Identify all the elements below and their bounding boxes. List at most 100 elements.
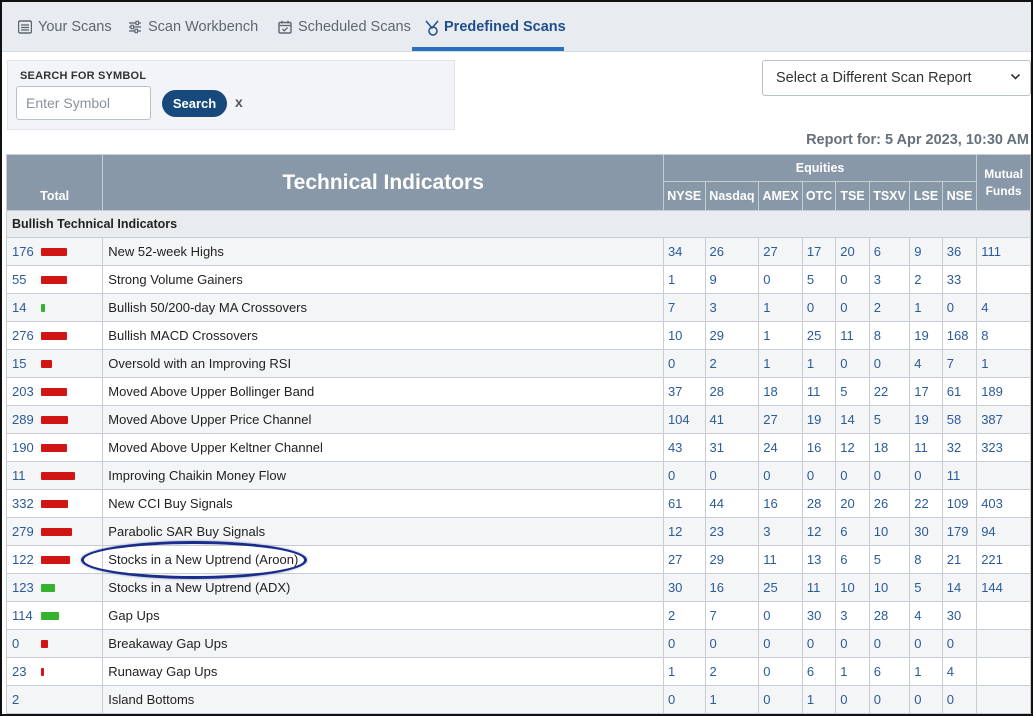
- exchange-count-link[interactable]: 0: [941, 685, 978, 714]
- exchange-count-link[interactable]: 24: [758, 433, 803, 462]
- mutual-fund-count-link[interactable]: 8: [976, 321, 1031, 350]
- exchange-count-link[interactable]: 17: [801, 237, 837, 266]
- exchange-count-link[interactable]: 6: [835, 545, 870, 574]
- mutual-fund-count-link[interactable]: 403: [976, 489, 1031, 518]
- exchange-count-link[interactable]: 6: [868, 237, 911, 266]
- total-count-link[interactable]: 289: [5, 405, 39, 434]
- exchange-header-tsxv[interactable]: TSXV: [868, 181, 911, 211]
- exchange-count-link[interactable]: 0: [941, 293, 978, 322]
- exchange-count-link[interactable]: 1: [909, 293, 943, 322]
- exchange-count-link[interactable]: 1: [909, 657, 943, 686]
- exchange-header-nse[interactable]: NSE: [941, 181, 978, 211]
- exchange-count-link[interactable]: 58: [941, 405, 978, 434]
- exchange-count-link[interactable]: 12: [662, 517, 706, 546]
- exchange-count-link[interactable]: 16: [758, 489, 803, 518]
- exchange-count-link[interactable]: 26: [868, 489, 911, 518]
- exchange-count-link[interactable]: 37: [662, 377, 706, 406]
- exchange-header-tse[interactable]: TSE: [835, 181, 870, 211]
- exchange-count-link[interactable]: 0: [704, 461, 760, 490]
- mutual-fund-count-link[interactable]: 4: [976, 293, 1031, 322]
- exchange-count-link[interactable]: 0: [758, 461, 803, 490]
- total-count-link[interactable]: 11: [5, 461, 39, 490]
- exchange-count-link[interactable]: 11: [758, 545, 803, 574]
- exchange-count-link[interactable]: 5: [909, 573, 943, 602]
- exchange-count-link[interactable]: 36: [941, 237, 978, 266]
- exchange-count-link[interactable]: 18: [868, 433, 911, 462]
- exchange-count-link[interactable]: 11: [801, 377, 837, 406]
- exchange-count-link[interactable]: 0: [835, 461, 870, 490]
- exchange-count-link[interactable]: 19: [909, 405, 943, 434]
- total-count-link[interactable]: 122: [5, 545, 39, 574]
- total-count-link[interactable]: 332: [5, 489, 39, 518]
- exchange-count-link[interactable]: 168: [941, 321, 978, 350]
- exchange-count-link[interactable]: 0: [835, 629, 870, 658]
- exchange-count-link[interactable]: 30: [909, 517, 943, 546]
- exchange-count-link[interactable]: 16: [704, 573, 760, 602]
- tab-scheduled-scans[interactable]: Scheduled Scans: [274, 2, 415, 52]
- exchange-count-link[interactable]: 0: [909, 461, 943, 490]
- exchange-count-link[interactable]: 9: [909, 237, 943, 266]
- exchange-count-link[interactable]: 27: [758, 405, 803, 434]
- exchange-count-link[interactable]: 14: [835, 405, 870, 434]
- tab-your-scans[interactable]: Your Scans: [14, 2, 116, 52]
- exchange-count-link[interactable]: 43: [662, 433, 706, 462]
- exchange-count-link[interactable]: 0: [704, 629, 760, 658]
- exchange-count-link[interactable]: 0: [662, 685, 706, 714]
- exchange-count-link[interactable]: 44: [704, 489, 760, 518]
- exchange-count-link[interactable]: 8: [868, 321, 911, 350]
- total-count-link[interactable]: 276: [5, 321, 39, 350]
- exchange-count-link[interactable]: 1: [758, 293, 803, 322]
- exchange-count-link[interactable]: 3: [868, 265, 911, 294]
- total-count-link[interactable]: 203: [5, 377, 39, 406]
- exchange-count-link[interactable]: 5: [868, 545, 911, 574]
- exchange-count-link[interactable]: 1: [662, 265, 706, 294]
- exchange-count-link[interactable]: 18: [758, 377, 803, 406]
- exchange-count-link[interactable]: 0: [835, 293, 870, 322]
- exchange-count-link[interactable]: 41: [704, 405, 760, 434]
- exchange-count-link[interactable]: 7: [704, 601, 760, 630]
- exchange-count-link[interactable]: 27: [662, 545, 706, 574]
- exchange-count-link[interactable]: 1: [662, 657, 706, 686]
- exchange-count-link[interactable]: 0: [758, 657, 803, 686]
- exchange-count-link[interactable]: 30: [801, 601, 837, 630]
- exchange-count-link[interactable]: 1: [758, 321, 803, 350]
- mutual-fund-count-link[interactable]: 1: [976, 349, 1031, 378]
- exchange-count-link[interactable]: 28: [704, 377, 760, 406]
- exchange-count-link[interactable]: 2: [909, 265, 943, 294]
- exchange-count-link[interactable]: 109: [941, 489, 978, 518]
- exchange-count-link[interactable]: 10: [868, 573, 911, 602]
- exchange-count-link[interactable]: 22: [868, 377, 911, 406]
- exchange-count-link[interactable]: 2: [704, 349, 760, 378]
- exchange-count-link[interactable]: 1: [801, 685, 837, 714]
- exchange-count-link[interactable]: 0: [758, 685, 803, 714]
- total-count-link[interactable]: 190: [5, 433, 39, 462]
- exchange-count-link[interactable]: 26: [704, 237, 760, 266]
- exchange-count-link[interactable]: 16: [801, 433, 837, 462]
- exchange-count-link[interactable]: 0: [801, 293, 837, 322]
- exchange-count-link[interactable]: 12: [801, 517, 837, 546]
- exchange-count-link[interactable]: 6: [868, 657, 911, 686]
- exchange-count-link[interactable]: 0: [868, 629, 911, 658]
- exchange-count-link[interactable]: 25: [801, 321, 837, 350]
- total-count-link[interactable]: 55: [5, 265, 39, 294]
- exchange-count-link[interactable]: 0: [868, 685, 911, 714]
- exchange-count-link[interactable]: 34: [662, 237, 706, 266]
- total-count-link[interactable]: 14: [5, 293, 39, 322]
- symbol-input[interactable]: [16, 86, 151, 120]
- exchange-count-link[interactable]: 13: [801, 545, 837, 574]
- exchange-count-link[interactable]: 4: [909, 601, 943, 630]
- exchange-count-link[interactable]: 11: [801, 573, 837, 602]
- exchange-count-link[interactable]: 179: [941, 517, 978, 546]
- exchange-count-link[interactable]: 28: [868, 601, 911, 630]
- exchange-count-link[interactable]: 0: [758, 601, 803, 630]
- mutual-fund-count-link[interactable]: 144: [976, 573, 1031, 602]
- exchange-count-link[interactable]: 7: [662, 293, 706, 322]
- exchange-header-amex[interactable]: AMEX: [758, 181, 803, 211]
- search-button[interactable]: Search: [162, 90, 227, 117]
- exchange-count-link[interactable]: 0: [909, 685, 943, 714]
- exchange-count-link[interactable]: 11: [909, 433, 943, 462]
- exchange-count-link[interactable]: 19: [801, 405, 837, 434]
- total-count-link[interactable]: 23: [5, 657, 39, 686]
- exchange-count-link[interactable]: 3: [835, 601, 870, 630]
- mutual-fund-count-link[interactable]: 323: [976, 433, 1031, 462]
